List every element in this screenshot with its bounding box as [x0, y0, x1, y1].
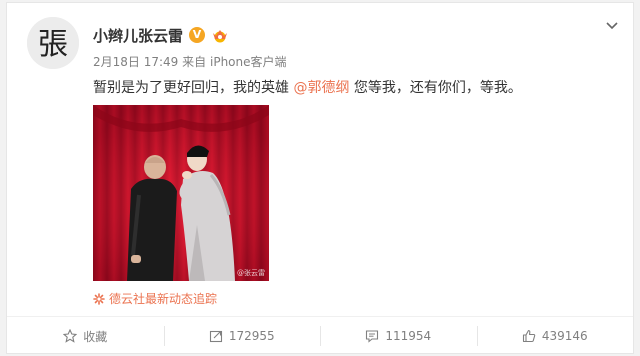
action-bar: 收藏 172955 111954 439146 — [7, 317, 633, 355]
client-name[interactable]: iPhone客户端 — [210, 55, 287, 69]
thumbs-up-icon — [522, 329, 536, 343]
post-time[interactable]: 17:49 — [144, 55, 179, 69]
favorite-button[interactable]: 收藏 — [7, 317, 164, 355]
weibo-post-card: 張 小辫儿张云雷 V 2月18日 17:49 来自 iPhone客户端 暂别是为… — [6, 2, 634, 354]
comment-icon — [366, 330, 379, 343]
like-button[interactable]: 439146 — [476, 317, 634, 355]
star-icon — [63, 329, 78, 343]
like-count: 439146 — [541, 329, 588, 343]
source-label[interactable]: 德云社最新动态追踪 — [109, 290, 217, 307]
comment-button[interactable]: 111954 — [320, 317, 477, 355]
stage-photo-image — [93, 105, 269, 281]
comment-count: 111954 — [385, 329, 432, 343]
post-text: 暂别是为了更好回归，我的英雄 @郭德纲 您等我，还有你们，等我。 — [93, 77, 522, 97]
user-avatar[interactable]: 張 — [27, 17, 79, 69]
post-date[interactable]: 2月18日 — [93, 55, 140, 69]
post-photo[interactable]: @张云雷 — [93, 105, 269, 281]
source-topic-link[interactable]: 德云社最新动态追踪 — [93, 290, 217, 307]
avatar-calligraphy-icon: 張 — [27, 17, 79, 69]
avatar-glyph: 張 — [38, 27, 68, 62]
repost-count: 172955 — [228, 329, 275, 343]
favorite-label: 收藏 — [83, 329, 108, 344]
sunburst-icon — [93, 292, 105, 305]
from-label: 来自 — [182, 55, 207, 69]
photo-watermark: @张云雷 — [237, 269, 265, 277]
user-name[interactable]: 小辫儿张云雷 — [93, 25, 183, 46]
post-text-before: 暂别是为了更好回归，我的英雄 — [93, 80, 294, 96]
verified-badge-icon[interactable]: V — [189, 27, 205, 43]
repost-button[interactable]: 172955 — [163, 317, 321, 355]
mention-link[interactable]: @郭德纲 — [293, 80, 349, 96]
post-text-after: 您等我，还有你们，等我。 — [349, 80, 522, 96]
post-meta: 2月18日 17:49 来自 iPhone客户端 — [93, 53, 287, 70]
vip-crown-icon[interactable] — [210, 27, 230, 43]
repost-icon — [209, 330, 222, 343]
chevron-down-icon[interactable] — [605, 19, 619, 33]
